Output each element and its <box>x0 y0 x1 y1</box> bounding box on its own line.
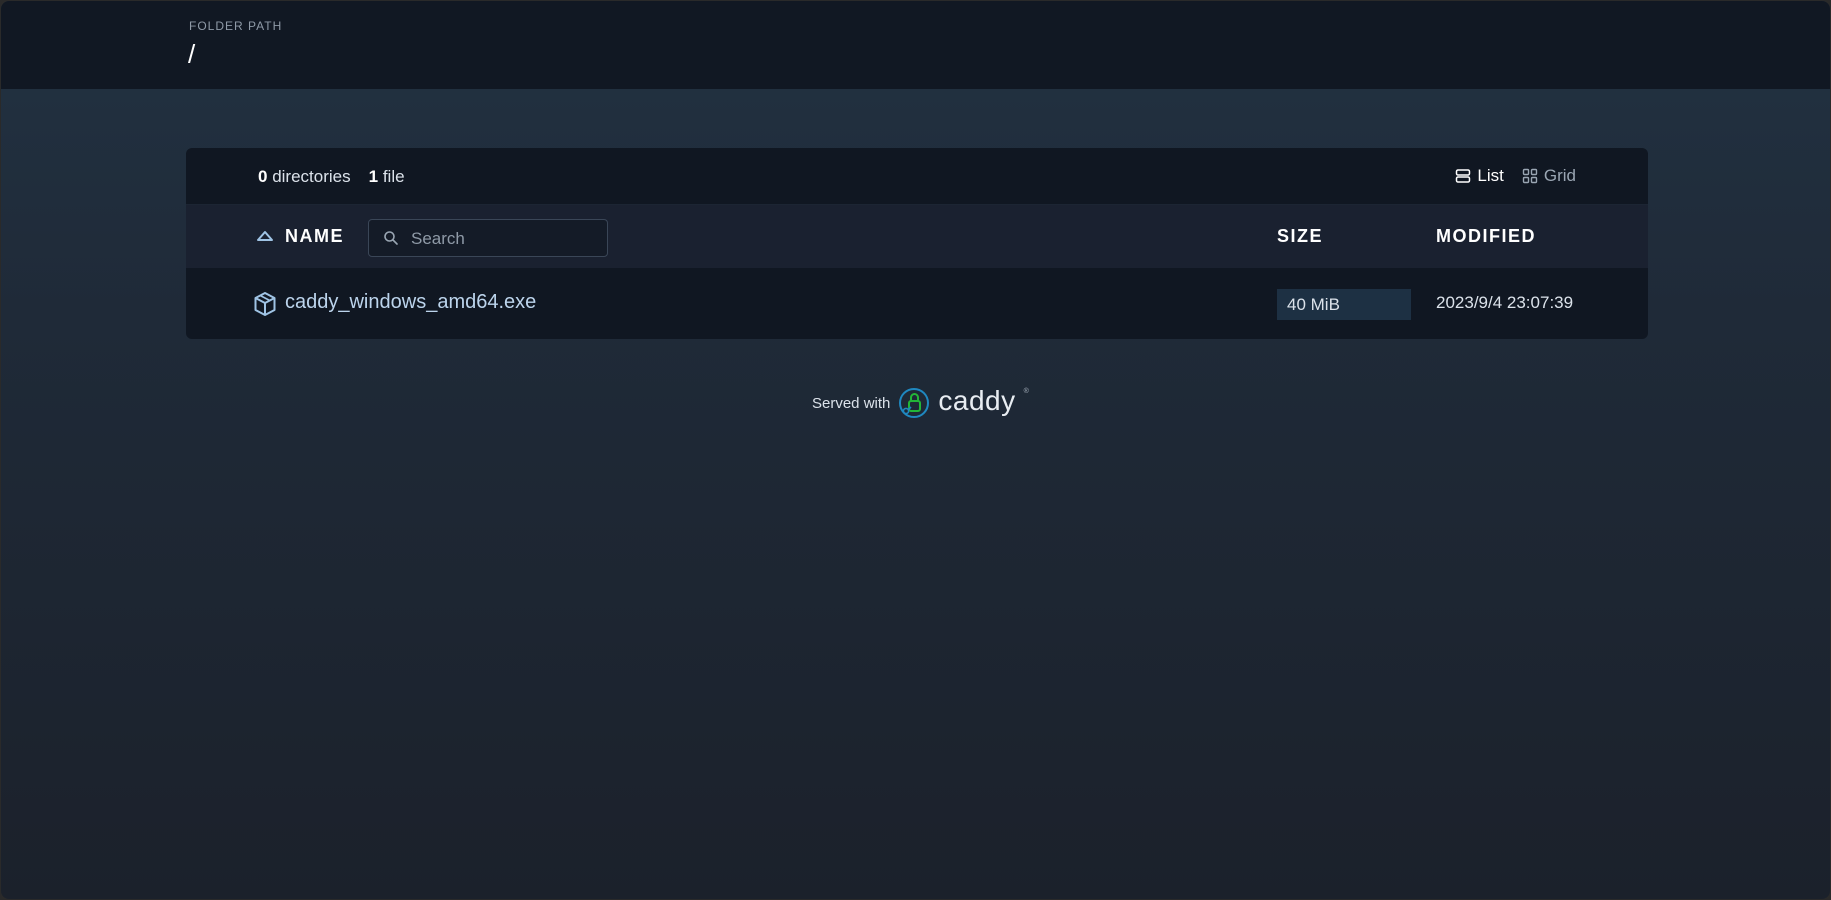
folder-path[interactable]: / <box>188 39 195 70</box>
file-modified: 2023/9/4 23:07:39 <box>1436 293 1574 312</box>
search-icon <box>384 231 398 245</box>
list-view-button[interactable]: List <box>1455 166 1504 186</box>
browser-window: FOLDER PATH / 0 directories 1 file List <box>1 1 1830 899</box>
directory-count: 0 <box>258 167 268 186</box>
file-size: 40 MiB <box>1287 295 1340 314</box>
caddy-wordmark[interactable]: caddy <box>938 385 1015 417</box>
file-listing: 0 directories 1 file List Grid NAME Sear… <box>186 148 1648 339</box>
directory-label: directories <box>272 167 351 186</box>
folder-path-label: FOLDER PATH <box>189 19 283 33</box>
table-header: NAME SIZE MODIFIED <box>186 205 1648 268</box>
footer: Served with caddy ® <box>812 385 1029 419</box>
listing-summary: 0 directories 1 file List Grid <box>186 148 1648 205</box>
file-count: 1 <box>368 167 379 186</box>
list-icon <box>1456 169 1471 183</box>
view-toggle: List Grid <box>1455 166 1576 186</box>
folder-path-header: FOLDER PATH / <box>1 1 1830 89</box>
list-view-label: List <box>1477 166 1504 185</box>
grid-view-button[interactable]: Grid <box>1522 166 1576 186</box>
served-with-text: Served with <box>812 394 891 412</box>
file-size-bar: 40 MiB <box>1277 289 1411 320</box>
summary-text: 0 directories 1 file <box>258 167 405 187</box>
sort-ascending-icon[interactable] <box>256 229 274 243</box>
grid-icon <box>1522 168 1538 184</box>
modified-column-header[interactable]: MODIFIED <box>1436 226 1536 247</box>
search-box[interactable] <box>368 219 608 258</box>
size-column-header[interactable]: SIZE <box>1277 226 1323 247</box>
package-icon <box>254 292 276 316</box>
search-input[interactable] <box>409 220 603 258</box>
file-label: file <box>382 167 405 186</box>
file-name-link[interactable]: caddy_windows_amd64.exe <box>285 291 536 314</box>
grid-view-label: Grid <box>1543 166 1576 185</box>
name-column-header[interactable]: NAME <box>285 226 344 247</box>
table-row[interactable]: caddy_windows_amd64.exe 40 MiB 2023/9/4 … <box>186 269 1648 339</box>
caddy-logo-icon[interactable] <box>898 387 930 419</box>
